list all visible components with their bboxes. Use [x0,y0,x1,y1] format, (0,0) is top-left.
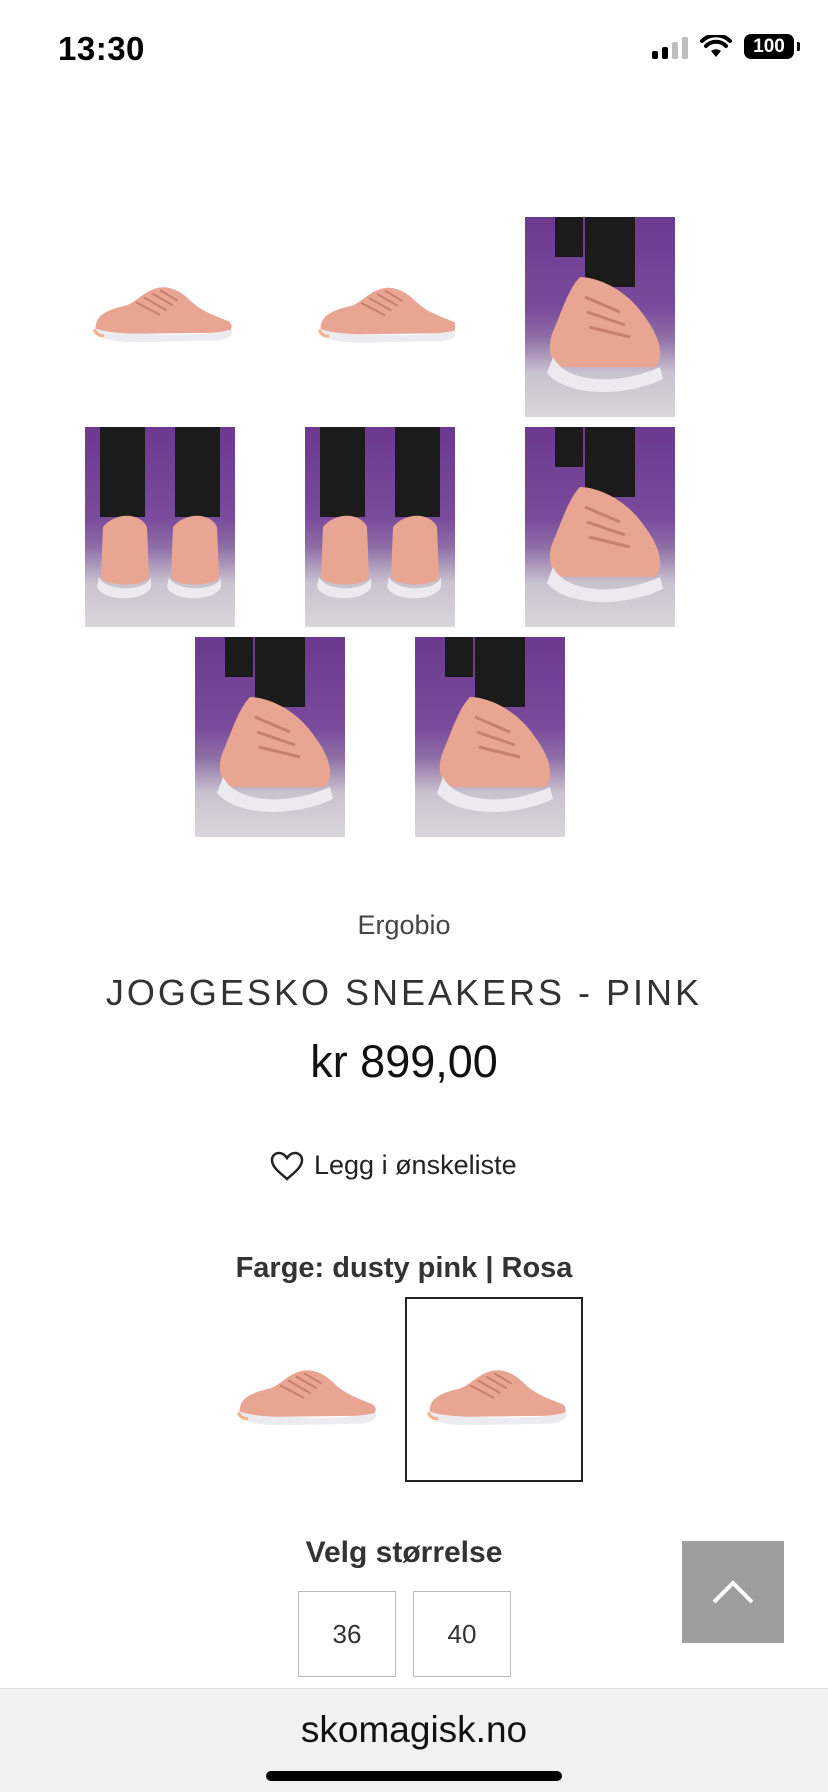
wishlist-label: Legg i ønskeliste [314,1150,517,1180]
home-indicator[interactable] [266,1771,562,1781]
gallery-image[interactable] [85,427,235,627]
color-label: Farge: dusty pink | Rosa [235,1252,573,1284]
scroll-to-top-button[interactable] [682,1541,784,1643]
color-swatch-selected[interactable] [405,1297,583,1482]
product-price: kr 899,00 [310,1036,498,1087]
size-option-36[interactable]: 36 [298,1591,396,1677]
url-text[interactable]: skomagisk.no [0,1709,828,1751]
gallery-image[interactable] [525,427,675,627]
heart-icon [270,1151,304,1181]
gallery-image[interactable] [195,637,345,837]
chevron-up-icon [712,1580,754,1604]
status-bar: 13:30 100 [0,0,828,100]
gallery-image[interactable] [305,427,455,627]
battery-icon: 100 [744,34,800,59]
status-icons: 100 [652,34,800,59]
gallery-image[interactable] [85,217,235,417]
status-time: 13:30 [58,30,145,67]
wishlist-button[interactable]: Legg i ønskeliste [270,1150,517,1181]
product-brand[interactable]: Ergobio [0,910,808,941]
product-title: JOGGESKO SNEAKERS - PINK [105,972,703,1013]
wifi-icon [700,34,732,57]
color-swatch[interactable] [215,1297,393,1482]
size-option-40[interactable]: 40 [413,1591,511,1677]
gallery-image[interactable] [415,637,565,837]
gallery-image[interactable] [525,217,675,417]
browser-url-bar[interactable]: skomagisk.no [0,1688,828,1792]
signal-icon [652,35,688,59]
gallery-image[interactable] [305,217,455,417]
